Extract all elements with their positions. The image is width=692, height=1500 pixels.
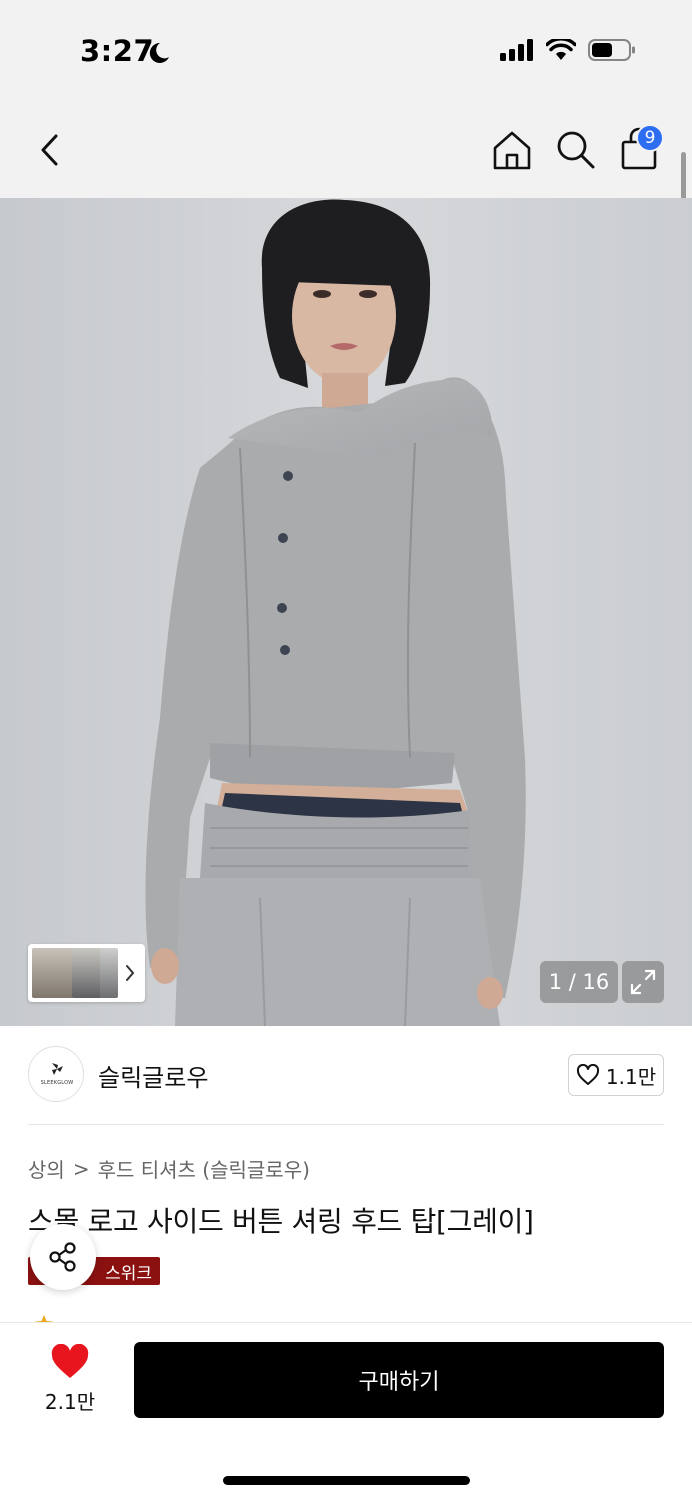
heart-filled-icon[interactable] [50,1344,90,1380]
status-indicators [500,38,636,62]
product-title: 스몰 로고 사이드 버튼 셔링 후드 탑[그레이] [28,1205,534,1238]
buy-button[interactable]: 구매하기 [134,1342,664,1418]
image-counter: 1 / 16 [540,961,618,1003]
breadcrumb: 상의 > 후드 티셔츠 (슬릭글로우) [28,1154,310,1183]
home-indicator [223,1476,470,1485]
divider [28,1124,664,1125]
chevron-right-icon [126,965,135,981]
star-icon [35,1315,53,1322]
breadcrumb-category[interactable]: 상의 [28,1154,65,1183]
thumbnail-image[interactable] [72,948,102,998]
cart-count-badge: 9 [636,124,664,152]
rating-row-peek [28,1310,208,1322]
thumbnail-image[interactable] [32,948,74,998]
brand-logo[interactable]: SLEEKGLOW [28,1046,84,1102]
brand-logo-text: SLEEKGLOW [40,1080,74,1086]
search-icon[interactable] [554,128,598,172]
brand-logo-icon [52,1063,63,1075]
share-icon [49,1242,76,1272]
battery-icon [588,39,635,61]
status-bar: 3:27 [0,0,692,100]
brand-like-button[interactable]: 1.1만 [568,1054,664,1096]
back-arrow-icon[interactable] [32,128,68,172]
signal-icon [500,39,533,61]
breadcrumb-separator: > [72,1156,90,1181]
expand-icon [630,969,656,995]
expand-button[interactable] [622,961,664,1003]
model-photo [0,198,692,1026]
breadcrumb-subcategory[interactable]: 후드 티셔츠 (슬릭글로우) [98,1154,310,1183]
brand-like-count: 1.1만 [605,1064,657,1089]
wish-count: 2.1만 [44,1390,96,1414]
wifi-icon [546,39,576,60]
product-image[interactable] [0,198,692,1026]
thumbnail-image[interactable] [100,948,118,998]
status-time: 3:27 [80,34,155,68]
brand-name[interactable]: 슬릭글로우 [98,1058,208,1093]
thumbnail-strip[interactable] [28,944,145,1002]
share-button[interactable] [30,1224,96,1290]
heart-outline-icon [576,1064,599,1085]
home-icon[interactable] [490,128,534,172]
top-nav [0,100,692,198]
moon-icon [149,42,169,63]
